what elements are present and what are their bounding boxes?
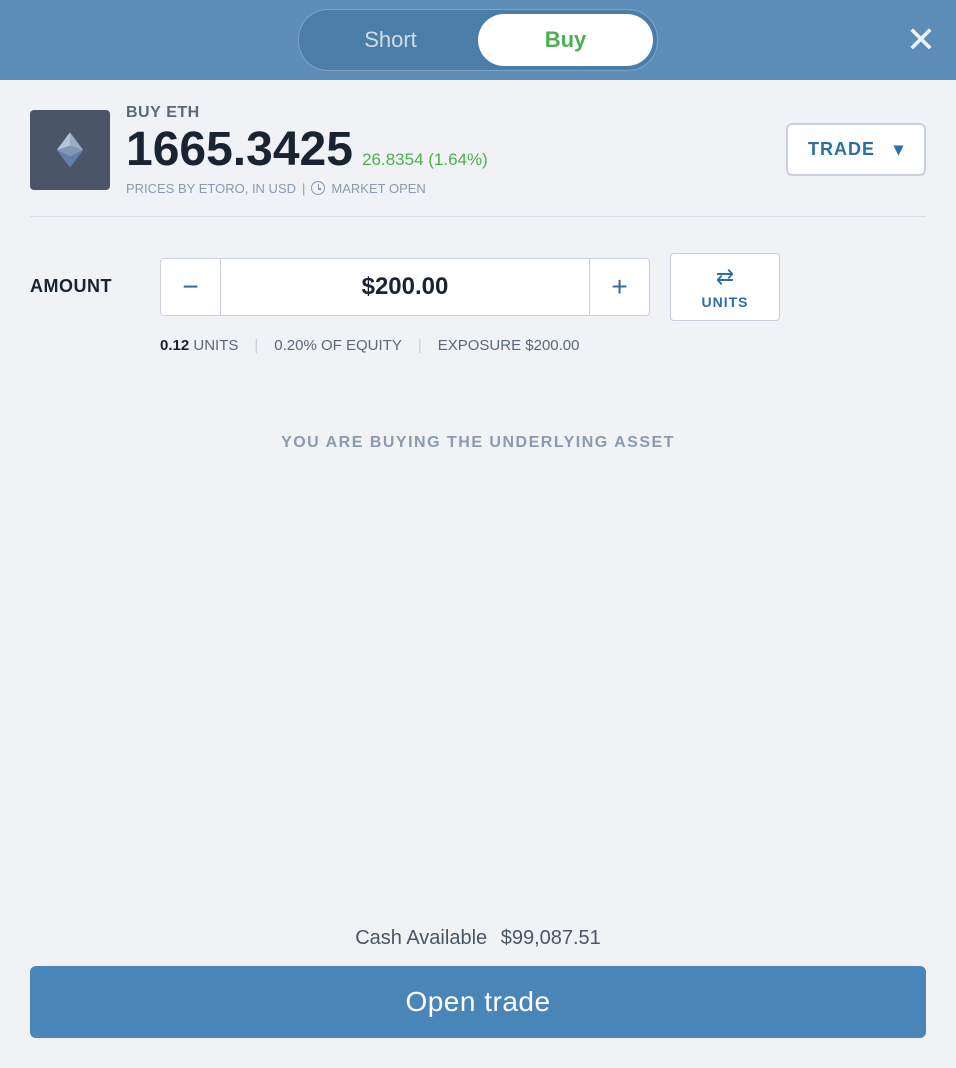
exposure: EXPOSURE $200.00 [438, 337, 580, 354]
asset-price-row: 1665.3425 26.8354 (1.64%) [126, 124, 488, 177]
amount-details: 0.12 UNITS | 0.20% OF EQUITY | EXPOSURE … [30, 337, 926, 354]
buy-button[interactable]: Buy [478, 14, 653, 66]
open-trade-button[interactable]: Open trade [30, 966, 926, 1038]
asset-info: BUY ETH 1665.3425 26.8354 (1.64%) PRICES… [126, 104, 488, 196]
separator: | [302, 181, 305, 196]
asset-left: BUY ETH 1665.3425 26.8354 (1.64%) PRICES… [30, 104, 488, 196]
short-button[interactable]: Short [303, 14, 478, 66]
amount-label: AMOUNT [30, 276, 140, 297]
amount-controls: − + [160, 258, 650, 316]
asset-row: BUY ETH 1665.3425 26.8354 (1.64%) PRICES… [30, 80, 926, 217]
main-content: BUY ETH 1665.3425 26.8354 (1.64%) PRICES… [0, 80, 956, 1068]
trade-dropdown-label: TRADE [808, 139, 875, 160]
footer: Cash Available $99,087.51 Open trade [0, 907, 956, 1068]
amount-row: AMOUNT − + ⇄ UNITS [30, 253, 926, 321]
asset-action-symbol: BUY ETH [126, 104, 488, 122]
units-toggle-label: UNITS [702, 294, 749, 310]
cash-label: Cash Available [355, 927, 487, 949]
header: Short Buy ✕ [0, 0, 956, 80]
asset-price: 1665.3425 [126, 123, 353, 176]
amount-increase-button[interactable]: + [589, 259, 649, 315]
cash-value: $99,087.51 [501, 927, 601, 949]
amount-section: AMOUNT − + ⇄ UNITS 0.12 UNITS | 0.20% OF… [30, 217, 926, 374]
trade-dropdown[interactable]: TRADE ▾ [786, 123, 926, 176]
amount-input[interactable] [221, 259, 589, 315]
market-status: MARKET OPEN [331, 181, 425, 196]
price-source-text: PRICES BY ETORO, IN USD [126, 181, 296, 196]
underlying-asset-notice: YOU ARE BUYING THE UNDERLYING ASSET [30, 374, 926, 512]
asset-logo [30, 110, 110, 190]
amount-decrease-button[interactable]: − [161, 259, 221, 315]
price-meta: PRICES BY ETORO, IN USD | MARKET OPEN [126, 181, 488, 196]
units-switch-icon: ⇄ [716, 264, 734, 290]
cash-available-row: Cash Available $99,087.51 [30, 927, 926, 950]
clock-icon [311, 181, 325, 195]
price-change: 26.8354 (1.64%) [357, 150, 487, 169]
close-button[interactable]: ✕ [906, 22, 936, 58]
dropdown-arrow-icon: ▾ [894, 139, 904, 160]
units-toggle-button[interactable]: ⇄ UNITS [670, 253, 780, 321]
detail-separator-1: | [254, 337, 258, 354]
units-value: 0.12 UNITS [160, 337, 238, 354]
detail-separator-2: | [418, 337, 422, 354]
trade-type-toggle: Short Buy [298, 9, 658, 71]
eth-icon [48, 128, 92, 172]
equity-pct: 0.20% OF EQUITY [274, 337, 402, 354]
